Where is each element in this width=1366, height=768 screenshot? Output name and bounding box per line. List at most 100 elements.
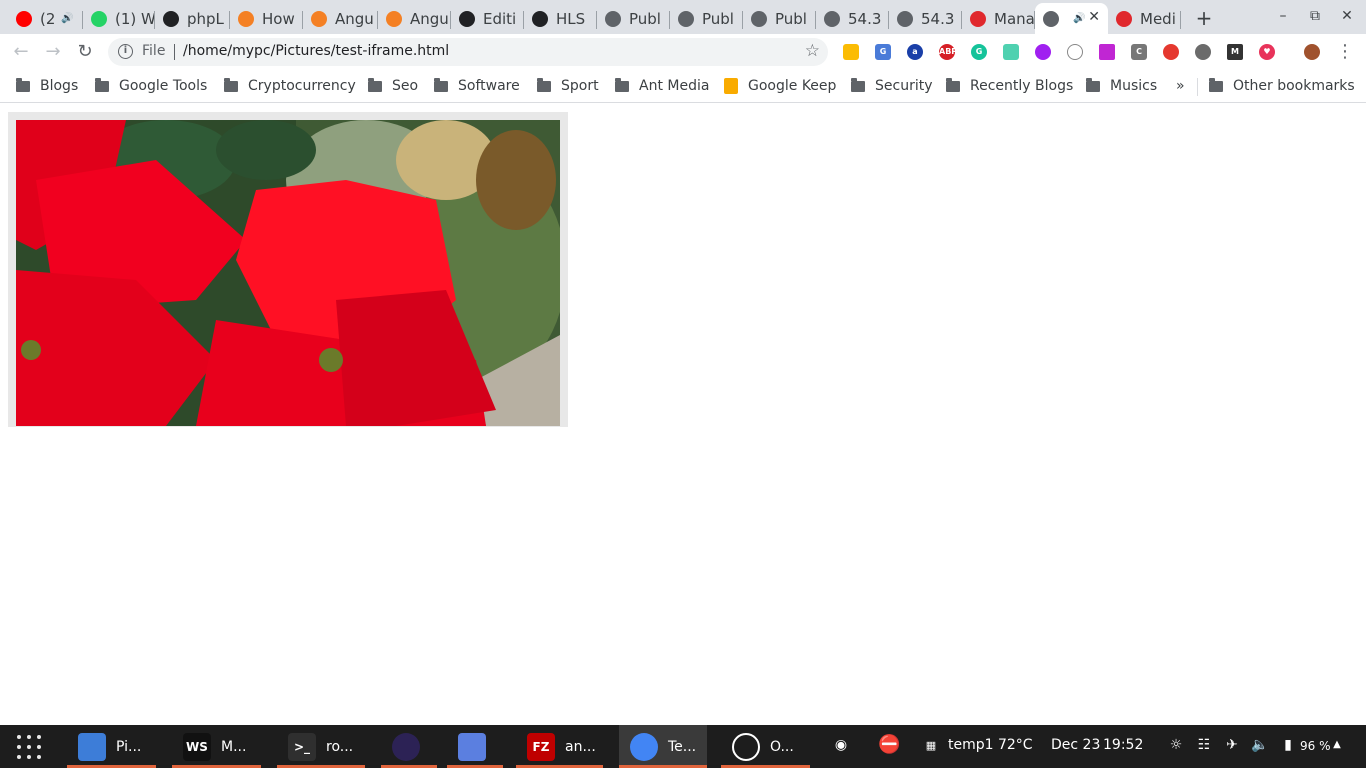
taskbar-app[interactable]: >_ ro...: [277, 725, 365, 768]
folder-icon: [434, 77, 448, 92]
filezilla-icon: FZ: [527, 732, 555, 761]
bookmark-item[interactable]: Seo: [368, 76, 418, 96]
bookmark-label: Recently Blogs: [970, 78, 1074, 94]
m-extension-icon[interactable]: M: [1227, 44, 1243, 60]
reload-icon[interactable]: ↻: [74, 41, 96, 63]
browser-tab[interactable]: Angu: [303, 3, 378, 34]
browser-tab[interactable]: Publ: [743, 3, 816, 34]
obs-icon: [732, 732, 760, 761]
browser-tab[interactable]: Editi: [451, 3, 524, 34]
address-bar[interactable]: i File /home/mypc/Pictures/test-iframe.h…: [108, 38, 828, 66]
translate-extension-icon[interactable]: G: [875, 44, 891, 60]
restore-icon[interactable]: ⧉: [1306, 8, 1324, 24]
youtube-icon: [16, 10, 32, 27]
network-icon[interactable]: ☷: [1195, 737, 1213, 753]
airplane-mode-icon[interactable]: ✈: [1223, 737, 1241, 753]
globe-icon: [751, 10, 767, 27]
minimize-icon[interactable]: –: [1274, 8, 1292, 24]
adblock-plus-icon[interactable]: ABP: [939, 44, 957, 60]
bookmarks-overflow-button[interactable]: »: [1176, 78, 1185, 94]
bookmark-item[interactable]: Musics: [1086, 76, 1157, 96]
feather-extension-icon[interactable]: [1099, 44, 1115, 60]
browser-tab[interactable]: (2 🔊: [8, 3, 83, 34]
new-tab-button[interactable]: +: [1193, 6, 1215, 30]
bookmark-item[interactable]: Google Tools: [95, 76, 207, 96]
tab-title: Angu: [410, 9, 449, 28]
tray-expand-icon[interactable]: ▲: [1328, 739, 1346, 750]
other-bookmarks[interactable]: Other bookmarks: [1209, 76, 1355, 96]
amazon-extension-icon[interactable]: a: [907, 44, 923, 60]
bookmark-item[interactable]: Software: [434, 76, 520, 96]
browser-tab[interactable]: 🔊 ✕: [1035, 3, 1108, 34]
other-bookmarks-label: Other bookmarks: [1233, 78, 1355, 94]
forward-arrow-icon[interactable]: →: [42, 41, 64, 63]
taskbar-app[interactable]: [447, 725, 503, 768]
browser-tab[interactable]: Publ: [597, 3, 670, 34]
tab-strip: (2 🔊 (1) W phpL How Angu Angu Editi HLS Publ Publ P…: [0, 0, 1366, 34]
stackoverflow-icon: [386, 10, 402, 27]
bookmark-label: Security: [875, 78, 933, 94]
bookmark-item[interactable]: Recently Blogs: [946, 76, 1073, 96]
browser-tab[interactable]: (1) W: [83, 3, 155, 34]
bookmark-item[interactable]: Google Keep: [724, 76, 836, 96]
heart-extension-icon[interactable]: ♥: [1259, 44, 1275, 60]
purple-extension-icon[interactable]: [1035, 44, 1051, 60]
url-text[interactable]: /home/mypc/Pictures/test-iframe.html: [183, 43, 449, 59]
circle-extension-icon[interactable]: [1067, 44, 1083, 60]
bookmark-item[interactable]: Cryptocurrency: [224, 76, 356, 96]
browser-tab[interactable]: phpL: [155, 3, 230, 34]
browser-tab[interactable]: Publ: [670, 3, 743, 34]
time-label[interactable]: 19:52: [1103, 737, 1143, 753]
bookmark-item[interactable]: Security: [851, 76, 933, 96]
browser-tab[interactable]: Medi: [1108, 3, 1181, 34]
back-arrow-icon[interactable]: ←: [10, 41, 32, 63]
taskbar-app[interactable]: Te...: [619, 725, 707, 768]
menu-dots-icon[interactable]: ⋮: [1336, 41, 1354, 63]
folder-icon: [224, 77, 238, 92]
taskbar-app[interactable]: Pi...: [67, 725, 156, 768]
folder-icon: [537, 77, 551, 92]
bookmark-item[interactable]: Blogs: [16, 76, 78, 96]
bookmark-star-icon[interactable]: ☆: [805, 41, 820, 61]
volume-icon[interactable]: 🔈: [1251, 737, 1269, 753]
profile-avatar[interactable]: [1304, 44, 1320, 60]
taskbar-app[interactable]: [381, 725, 437, 768]
notes-extension-icon[interactable]: [843, 44, 859, 60]
bookmark-item[interactable]: Sport: [537, 76, 599, 96]
close-window-icon[interactable]: ✕: [1338, 8, 1356, 24]
speaker-icon[interactable]: 🔊: [61, 13, 73, 24]
app-grid-icon[interactable]: [17, 735, 41, 759]
tab-title: (2: [40, 9, 56, 28]
stackoverflow-icon: [238, 10, 254, 27]
browser-tab[interactable]: 54.3: [816, 3, 889, 34]
tab-title: (1) W: [115, 9, 155, 28]
tab-title: Editi: [483, 9, 517, 28]
battery-icon[interactable]: ▮: [1279, 737, 1297, 753]
grammarly-icon[interactable]: G: [971, 44, 987, 60]
browser-toolbar: ← → ↻ i File /home/mypc/Pictures/test-if…: [0, 34, 1366, 70]
browser-tab[interactable]: Mana: [962, 3, 1035, 34]
audio-extension-icon[interactable]: [1003, 44, 1019, 60]
browser-tab[interactable]: 54.3: [889, 3, 962, 34]
info-icon[interactable]: i: [118, 44, 133, 59]
eclipse-icon: [392, 732, 420, 761]
date-label[interactable]: Dec 23: [1051, 737, 1100, 753]
close-tab-icon[interactable]: ✕: [1088, 9, 1100, 25]
santa-extension-icon[interactable]: [1163, 44, 1179, 60]
speaker-icon[interactable]: 🔊: [1073, 13, 1085, 24]
browser-tab[interactable]: How: [230, 3, 303, 34]
browser-tab[interactable]: HLS: [524, 3, 597, 34]
antmedia-icon: [970, 10, 986, 27]
film-reel-extension-icon[interactable]: [1195, 44, 1211, 60]
c-extension-icon[interactable]: C: [1131, 44, 1147, 60]
browser-tab[interactable]: Angu: [378, 3, 451, 34]
taskbar-app[interactable]: O...: [721, 725, 810, 768]
obs-tray-icon[interactable]: ◉: [832, 737, 850, 753]
video-player[interactable]: [16, 120, 560, 426]
temperature-readout: temp1 72°C: [948, 737, 1033, 753]
do-not-disturb-icon[interactable]: ⛔: [878, 734, 900, 755]
bookmark-item[interactable]: Ant Media: [615, 76, 709, 96]
taskbar-app[interactable]: WS M...: [172, 725, 261, 768]
taskbar-app[interactable]: FZ an...: [516, 725, 603, 768]
brightness-icon[interactable]: ☼: [1167, 737, 1185, 753]
